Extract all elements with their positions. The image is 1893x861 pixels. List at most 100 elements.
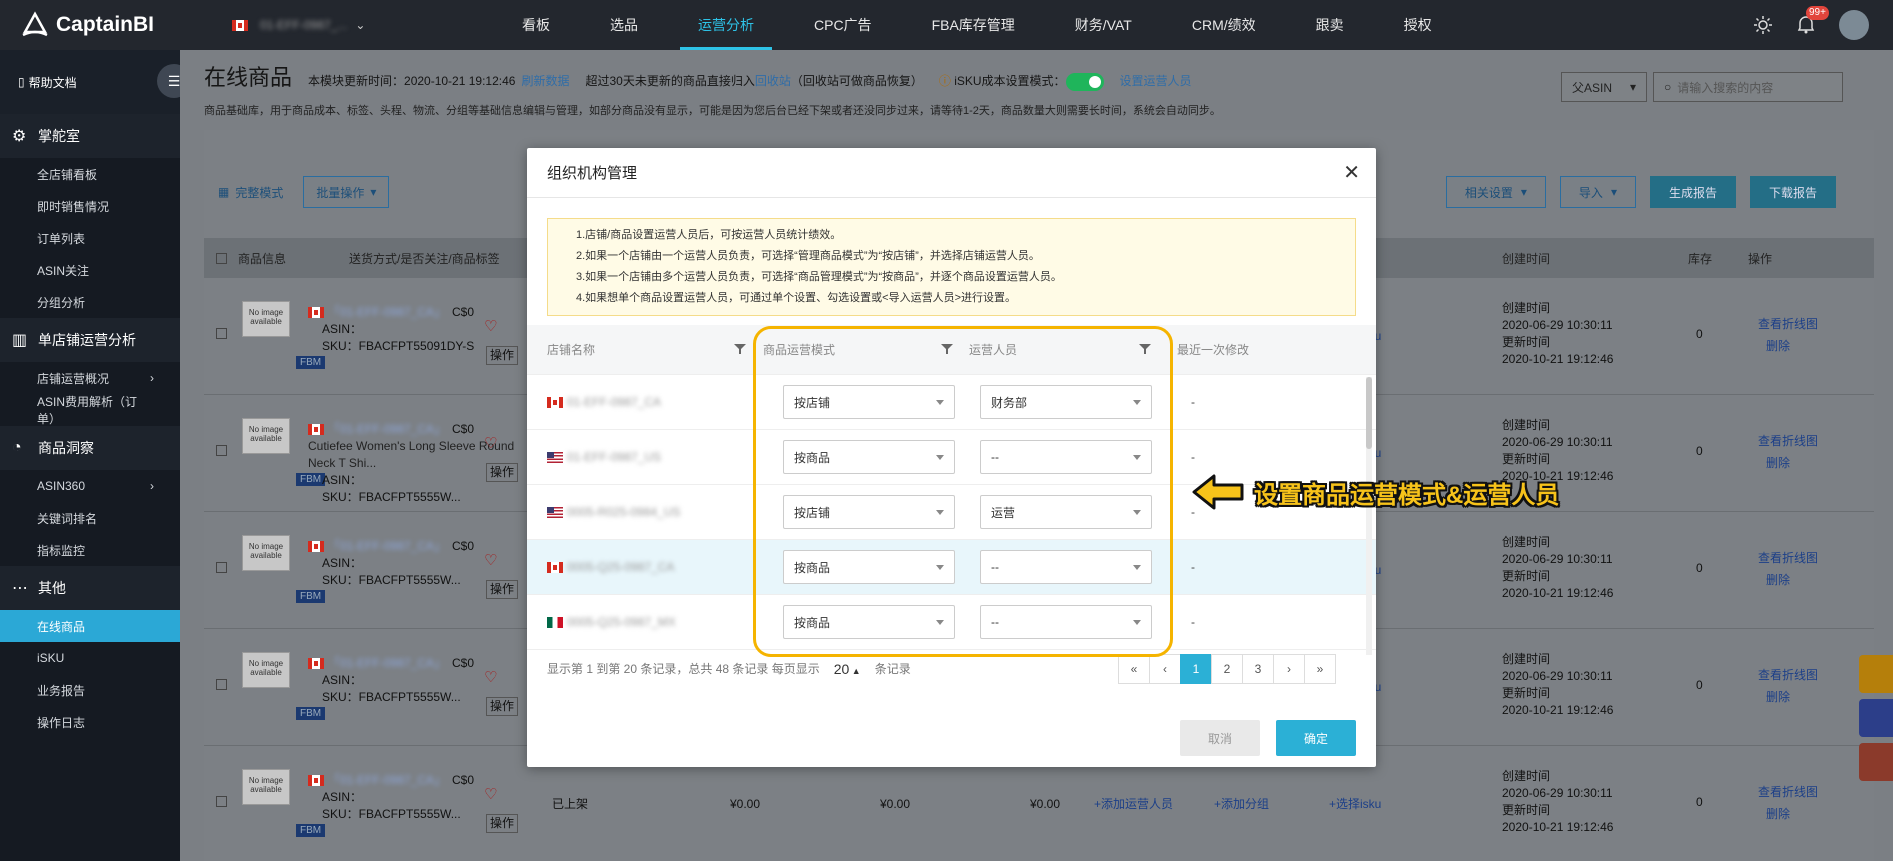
nav-item[interactable]: 跟卖 xyxy=(1286,0,1374,50)
brand-logo[interactable]: CaptainBI xyxy=(0,10,180,40)
help-docs-link[interactable]: ▯ 帮助文档 xyxy=(0,50,180,114)
headset-icon[interactable] xyxy=(1859,699,1893,737)
heart-icon[interactable]: ♡ xyxy=(484,669,497,686)
scrollbar-thumb[interactable] xyxy=(1366,377,1372,449)
price-3[interactable]: ¥0.00 xyxy=(1030,796,1060,813)
nav-item[interactable]: CPC广告 xyxy=(784,0,902,50)
notification-bell[interactable]: 99+ xyxy=(1797,5,1829,37)
product-store-label[interactable]: 「01-EFF-0987_CA」 xyxy=(328,656,446,670)
search-type-select[interactable]: 父ASIN ▾ xyxy=(1561,72,1647,102)
sidebar-item[interactable]: 店铺运营概况 › xyxy=(0,362,180,394)
page-button[interactable]: › xyxy=(1273,653,1305,684)
sidebar-item[interactable]: 指标监控 xyxy=(0,534,180,566)
sidebar-item[interactable]: 全店铺看板 xyxy=(0,158,180,190)
sidebar-group[interactable]: ⚙ 掌舵室 xyxy=(0,114,180,158)
import-button[interactable]: 导入 ▾ xyxy=(1559,176,1636,208)
heart-icon[interactable]: ♡ xyxy=(484,552,497,569)
nav-item[interactable]: 运营分析 xyxy=(668,0,784,50)
gift-icon[interactable] xyxy=(1859,743,1893,781)
page-button[interactable]: 3 xyxy=(1242,653,1274,684)
page-size-select[interactable]: 20 ▲ xyxy=(834,661,861,677)
delete-link[interactable]: 删除 xyxy=(1766,338,1790,355)
product-store-label[interactable]: 「01-EFF-0987_CA」 xyxy=(328,773,446,787)
full-mode-toggle[interactable]: ▦ 完整模式 xyxy=(218,184,283,201)
sidebar-item[interactable]: iSKU xyxy=(0,642,180,674)
sidebar-item[interactable]: 在线商品 xyxy=(0,610,180,642)
generate-report-button[interactable]: 生成报告 xyxy=(1649,176,1736,208)
user-avatar[interactable] xyxy=(1839,10,1869,40)
nav-item[interactable]: 看板 xyxy=(492,0,580,50)
row-checkbox[interactable] xyxy=(216,562,227,573)
heart-icon[interactable]: ♡ xyxy=(484,318,497,335)
nav-item[interactable]: FBA库存管理 xyxy=(902,0,1045,50)
nav-item[interactable]: 选品 xyxy=(580,0,668,50)
sidebar-item[interactable]: 操作日志 xyxy=(0,706,180,738)
sidebar-item[interactable]: 分组分析 xyxy=(0,286,180,318)
page-button[interactable]: 2 xyxy=(1211,653,1243,684)
row-checkbox[interactable] xyxy=(216,796,227,807)
sidebar-item[interactable]: 订单列表 xyxy=(0,222,180,254)
page-button[interactable]: « xyxy=(1118,653,1150,684)
row-op-dropdown[interactable]: 操作 xyxy=(486,697,519,716)
recycle-bin-link[interactable]: 回收站 xyxy=(755,74,791,88)
select-isku-link[interactable]: +选择isku xyxy=(1329,796,1381,813)
delete-link[interactable]: 删除 xyxy=(1766,455,1790,472)
page-button[interactable]: » xyxy=(1304,653,1336,684)
view-chart-link[interactable]: 查看折线图 xyxy=(1758,316,1818,333)
close-icon[interactable]: ✕ xyxy=(1343,160,1360,185)
set-operator-link[interactable]: 设置运营人员 xyxy=(1120,72,1192,89)
sidebar-item[interactable]: 业务报告 xyxy=(0,674,180,706)
nav-item[interactable]: CRM/绩效 xyxy=(1162,0,1286,50)
cancel-button[interactable]: 取消 xyxy=(1180,720,1260,756)
isku-mode-toggle[interactable] xyxy=(1065,72,1104,91)
sidebar-item[interactable]: ASIN360 › xyxy=(0,470,180,502)
view-chart-link[interactable]: 查看折线图 xyxy=(1758,667,1818,684)
nav-item[interactable]: 授权 xyxy=(1374,0,1462,50)
search-input[interactable]: ○ 请输入搜索的内容 xyxy=(1653,72,1843,102)
sidebar-item[interactable]: ASIN关注 xyxy=(0,254,180,286)
row-op-dropdown[interactable]: 操作 xyxy=(486,463,519,482)
row-checkbox[interactable] xyxy=(216,679,227,690)
delete-link[interactable]: 删除 xyxy=(1766,806,1790,823)
price-1[interactable]: ¥0.00 xyxy=(730,796,760,813)
page-button[interactable]: ‹ xyxy=(1149,653,1181,684)
add-group-link[interactable]: +添加分组 xyxy=(1214,796,1269,813)
sidebar-item[interactable]: ASIN费用解析（订单） xyxy=(0,394,180,426)
table-scrollbar[interactable] xyxy=(1366,377,1372,655)
filter-icon[interactable] xyxy=(734,344,746,354)
row-checkbox[interactable] xyxy=(216,328,227,339)
batch-operations-button[interactable]: 批量操作 ▾ xyxy=(303,176,390,208)
add-operator-link[interactable]: +添加运营人员 xyxy=(1094,796,1173,813)
delete-link[interactable]: 删除 xyxy=(1766,689,1790,706)
price-2[interactable]: ¥0.00 xyxy=(880,796,910,813)
heart-icon[interactable]: ♡ xyxy=(484,435,497,452)
view-chart-link[interactable]: 查看折线图 xyxy=(1758,433,1818,450)
store-selector[interactable]: 01-EFF-0987_... ⌄ xyxy=(232,18,422,32)
select-all-checkbox[interactable] xyxy=(216,252,227,264)
heart-icon[interactable]: ♡ xyxy=(484,786,497,803)
related-settings-button[interactable]: 相关设置 ▾ xyxy=(1445,176,1546,208)
sidebar-group[interactable]: ▥ 单店铺运营分析 xyxy=(0,318,180,362)
view-chart-link[interactable]: 查看折线图 xyxy=(1758,784,1818,801)
refresh-data-link[interactable]: 刷新数据 xyxy=(521,72,569,89)
row-op-dropdown[interactable]: 操作 xyxy=(486,346,519,365)
sidebar-group[interactable]: ◔ 商品洞察 xyxy=(0,426,180,470)
page-button[interactable]: 1 xyxy=(1180,653,1212,684)
row-op-dropdown[interactable]: 操作 xyxy=(486,814,519,833)
row-op-dropdown[interactable]: 操作 xyxy=(486,580,519,599)
delete-link[interactable]: 删除 xyxy=(1766,572,1790,589)
confirm-button[interactable]: 确定 xyxy=(1276,720,1356,756)
sidebar-group[interactable]: ⋯ 其他 xyxy=(0,566,180,610)
main-nav: 看板 选品 运营分析 CPC广告 FBA库存管理 财务/VAT CRM/绩效 跟卖 授权 xyxy=(492,0,1462,50)
nav-item[interactable]: 财务/VAT xyxy=(1045,0,1162,50)
sidebar-item[interactable]: 即时销售情况 xyxy=(0,190,180,222)
sidebar-item[interactable]: 关键词排名 xyxy=(0,502,180,534)
view-chart-link[interactable]: 查看折线图 xyxy=(1758,550,1818,567)
row-checkbox[interactable] xyxy=(216,445,227,456)
product-store-label[interactable]: 「01-EFF-0987_CA」 xyxy=(328,539,446,553)
sun-theme-icon[interactable] xyxy=(1753,15,1773,35)
product-store-label[interactable]: 「01-EFF-0987_CA」 xyxy=(328,422,446,436)
bookmark-icon[interactable] xyxy=(1859,655,1893,693)
product-store-label[interactable]: 「01-EFF-0987_CA」 xyxy=(328,305,446,319)
download-report-button[interactable]: 下载报告 xyxy=(1749,176,1836,208)
